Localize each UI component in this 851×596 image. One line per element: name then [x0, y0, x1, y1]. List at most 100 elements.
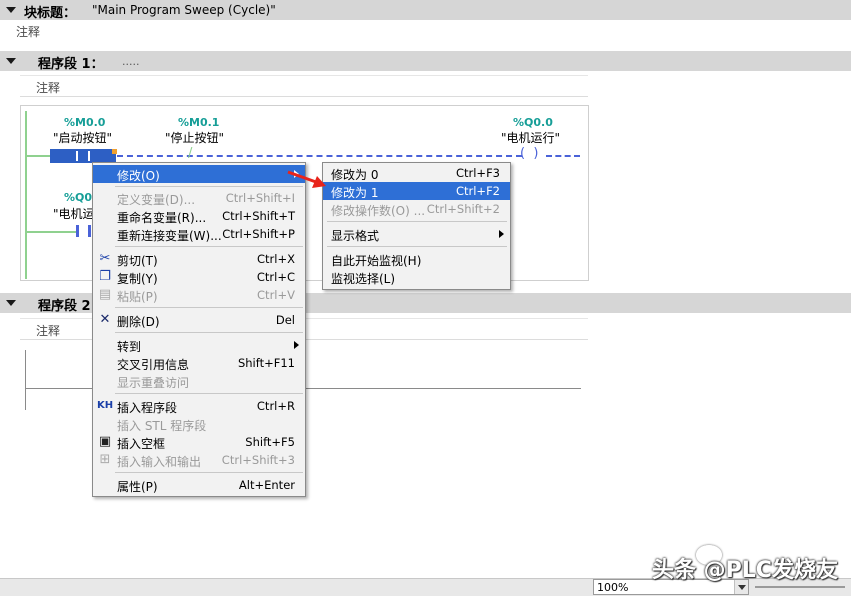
- block-title-value[interactable]: "Main Program Sweep (Cycle)": [92, 3, 276, 17]
- submenu-item-modify-to-1[interactable]: 修改为 1 Ctrl+F2: [323, 182, 510, 200]
- menu-item-shortcut: Shift+F11: [237, 356, 295, 370]
- insert-io-icon: ⊞: [99, 452, 111, 467]
- menu-separator: [115, 186, 303, 187]
- menu-item-goto[interactable]: 转到: [93, 336, 305, 354]
- menu-item-cut[interactable]: ✂ 剪切(T) Ctrl+X: [93, 250, 305, 268]
- menu-separator: [115, 307, 303, 308]
- branch-contact-right[interactable]: [88, 225, 91, 237]
- network-1-title-field[interactable]: .....: [122, 55, 139, 68]
- menu-item-shortcut: Alt+Enter: [238, 478, 295, 492]
- menu-item-insert-io[interactable]: ⊞ 插入输入和输出 Ctrl+Shift+3: [93, 451, 305, 469]
- menu-item-label: 修改为 0: [331, 168, 379, 182]
- submenu-arrow-icon: [499, 230, 504, 238]
- menu-item-label: 插入输入和输出: [117, 455, 202, 469]
- network-1-comment-box[interactable]: 注释: [20, 75, 588, 97]
- contact-2-address: %M0.1: [178, 116, 220, 129]
- menu-item-label: 定义变量(D)...: [117, 193, 196, 207]
- menu-item-shortcut: Shift+F5: [245, 435, 295, 449]
- rung-wire-dashed-end: [546, 155, 580, 157]
- branch-wire: [26, 231, 76, 233]
- selection-corner-marker: [112, 149, 117, 154]
- rung-wire-dashed: [117, 155, 522, 157]
- menu-item-label: 监视选择(L): [331, 272, 396, 286]
- contact-1-selected[interactable]: [50, 149, 116, 163]
- network-1-comment: 注释: [36, 81, 61, 95]
- contact-2-tag[interactable]: "停止按钮": [165, 129, 224, 146]
- contact-2-symbol[interactable]: /: [188, 146, 192, 161]
- collapse-triangle-icon[interactable]: [6, 300, 16, 306]
- menu-item-label: 粘贴(P): [117, 290, 158, 304]
- menu-item-label: 自此开始监视(H): [331, 254, 422, 268]
- menu-separator: [327, 246, 507, 247]
- submenu-item-display-format[interactable]: 显示格式: [323, 225, 510, 243]
- menu-item-shortcut: Ctrl+Shift+I: [225, 191, 295, 205]
- menu-item-overlapping-access[interactable]: 显示重叠访问: [93, 372, 305, 390]
- menu-item-delete[interactable]: ✕ 删除(D) Del: [93, 311, 305, 329]
- submenu-item-monitor-selection[interactable]: 监视选择(L): [323, 268, 510, 286]
- menu-item-paste[interactable]: ▤ 粘贴(P) Ctrl+V: [93, 286, 305, 304]
- menu-item-shortcut: Ctrl+X: [257, 252, 295, 266]
- menu-item-label: 修改为 1: [331, 186, 379, 200]
- menu-separator: [115, 246, 303, 247]
- menu-item-insert-network[interactable]: KH 插入程序段 Ctrl+R: [93, 397, 305, 415]
- collapse-triangle-icon[interactable]: [6, 7, 16, 13]
- menu-item-label: 插入 STL 程序段: [117, 419, 207, 433]
- menu-item-shortcut: Ctrl+Shift+3: [221, 453, 295, 467]
- menu-item-shortcut: Ctrl+C: [256, 270, 295, 284]
- menu-item-label: 显示格式: [331, 229, 380, 243]
- delete-icon: ✕: [99, 312, 111, 327]
- insert-network-icon: KH: [97, 400, 114, 411]
- cut-icon: ✂: [99, 251, 111, 266]
- branch-contact-left[interactable]: [76, 225, 79, 237]
- network-2-comment: 注释: [36, 324, 61, 338]
- menu-item-cross-reference[interactable]: 交叉引用信息 Shift+F11: [93, 354, 305, 372]
- menu-item-rename-variable[interactable]: 重命名变量(R)... Ctrl+Shift+T: [93, 207, 305, 225]
- zoom-value: 100%: [597, 581, 629, 594]
- menu-item-shortcut: Ctrl+Shift+2: [426, 202, 500, 216]
- menu-item-label: 交叉引用信息: [117, 358, 190, 372]
- menu-item-reconnect-variable[interactable]: 重新连接变量(W)... Ctrl+Shift+P: [93, 225, 305, 243]
- zoom-slider[interactable]: [755, 586, 845, 588]
- watermark: 头条 @PLC发烧友: [652, 558, 838, 583]
- menu-item-shortcut: Ctrl+Shift+T: [222, 209, 295, 223]
- submenu-item-monitor-from-here[interactable]: 自此开始监视(H): [323, 250, 510, 268]
- contact-1-address: %M0.0: [64, 116, 106, 129]
- collapse-triangle-icon[interactable]: [6, 58, 16, 64]
- copy-icon: ❐: [99, 269, 111, 284]
- menu-item-label: 复制(Y): [117, 272, 158, 286]
- submenu-item-modify-operand[interactable]: 修改操作数(O) ... Ctrl+Shift+2: [323, 200, 510, 218]
- block-title-label: 块标题：: [24, 6, 77, 21]
- menu-separator: [327, 221, 507, 222]
- menu-item-label: 重新连接变量(W)...: [117, 229, 222, 243]
- block-header: 块标题： "Main Program Sweep (Cycle)": [0, 0, 851, 21]
- menu-item-insert-stl-network[interactable]: 插入 STL 程序段: [93, 415, 305, 433]
- menu-item-label: 修改操作数(O) ...: [331, 204, 426, 218]
- menu-item-insert-empty-box[interactable]: ▣ 插入空框 Shift+F5: [93, 433, 305, 451]
- menu-separator: [115, 472, 303, 473]
- coil-symbol[interactable]: ( ): [520, 146, 538, 161]
- menu-item-shortcut: Ctrl+Shift+P: [222, 227, 295, 241]
- coil-tag[interactable]: "电机运行": [501, 129, 560, 146]
- menu-item-label: 删除(D): [117, 315, 160, 329]
- menu-item-shortcut: Del: [275, 313, 295, 327]
- contact-1-tag[interactable]: "启动按钮": [53, 129, 112, 146]
- network-2-title: 程序段 2: [38, 299, 91, 314]
- menu-item-copy[interactable]: ❐ 复制(Y) Ctrl+C: [93, 268, 305, 286]
- modify-submenu: 修改为 0 Ctrl+F3 修改为 1 Ctrl+F2 修改操作数(O) ... Ct…: [322, 162, 511, 290]
- paste-icon: ▤: [98, 287, 112, 302]
- menu-item-label: 插入程序段: [117, 401, 178, 415]
- network-1-title: 程序段 1：: [38, 57, 104, 72]
- menu-item-define-variable[interactable]: 定义变量(D)... Ctrl+Shift+I: [93, 189, 305, 207]
- menu-item-label: 剪切(T): [117, 254, 158, 268]
- block-comment[interactable]: 注释: [16, 23, 40, 40]
- branch-tag[interactable]: "电机运: [53, 205, 95, 222]
- menu-item-label: 插入空框: [117, 437, 166, 451]
- submenu-item-modify-to-0[interactable]: 修改为 0 Ctrl+F3: [323, 164, 510, 182]
- menu-item-shortcut: Ctrl+R: [256, 399, 295, 413]
- menu-item-properties[interactable]: 属性(P) Alt+Enter: [93, 476, 305, 494]
- network-2-rail: [25, 350, 26, 410]
- menu-item-label: 重命名变量(R)...: [117, 211, 207, 225]
- menu-item-shortcut: Ctrl+V: [257, 288, 295, 302]
- menu-item-modify[interactable]: 修改(O): [93, 165, 305, 183]
- menu-separator: [115, 393, 303, 394]
